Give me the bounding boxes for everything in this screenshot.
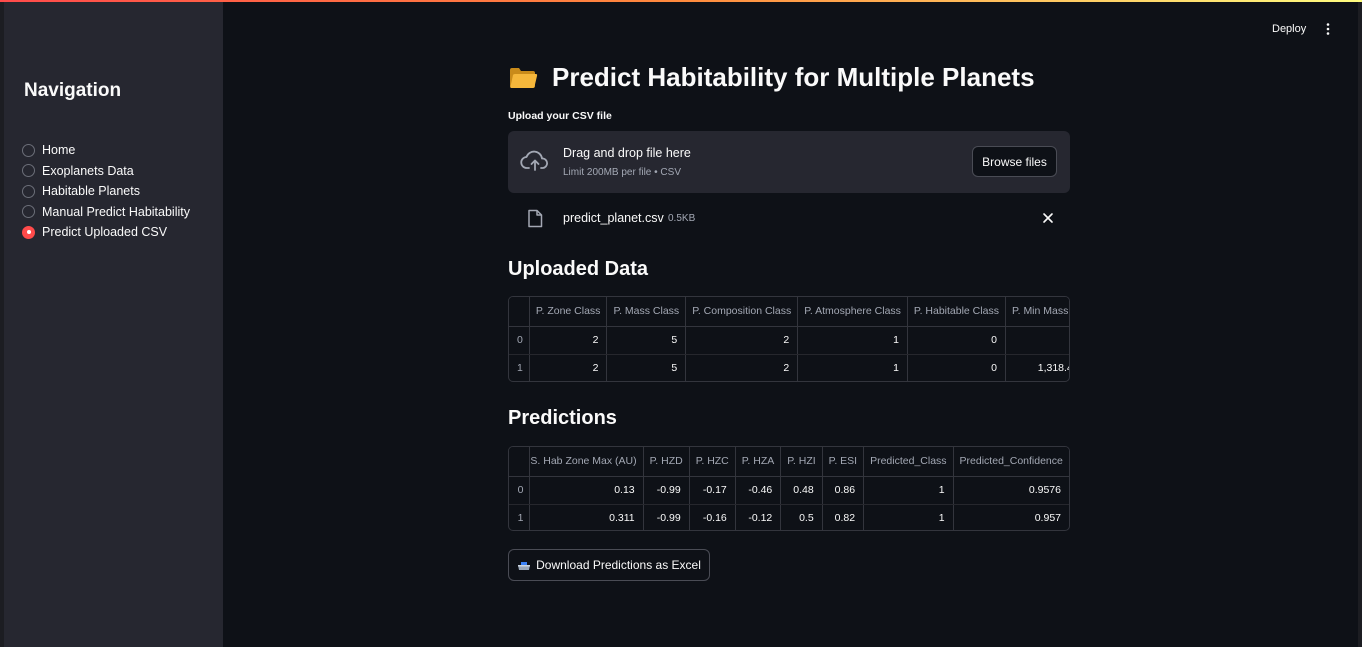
uploaded-data-heading: Uploaded Data xyxy=(508,258,649,280)
column-header[interactable]: P. HZC xyxy=(689,447,736,477)
table-cell[interactable]: 0.13 xyxy=(529,476,644,505)
predictions-table[interactable]: S. Hab Zone Max (AU) P. HZD P. HZC P. HZ… xyxy=(508,446,1070,531)
page-title: Predict Habitability for Multiple Planet… xyxy=(552,62,1035,92)
table-cell[interactable]: 5 xyxy=(606,354,687,381)
column-header[interactable] xyxy=(509,297,530,327)
nav-item-label: Predict Uploaded CSV xyxy=(42,225,168,240)
radio-icon[interactable] xyxy=(22,205,35,219)
uploaded-file-row: predict_planet.csv 0.5KB xyxy=(508,205,1070,233)
column-header[interactable]: P. Mass Class xyxy=(606,297,687,327)
nav-item-label: Manual Predict Habitability xyxy=(42,204,190,219)
table-cell[interactable]: 0.86 xyxy=(822,476,865,505)
tray-icon xyxy=(517,560,531,570)
table-cell[interactable]: 1,318.4 xyxy=(1005,354,1069,381)
dropzone-subtitle: Limit 200MB per file • CSV xyxy=(563,167,681,178)
row-index: 1 xyxy=(509,504,531,530)
column-header[interactable]: P. HZA xyxy=(735,447,782,477)
table-cell[interactable]: -0.12 xyxy=(735,504,782,530)
column-header[interactable]: P. Zone Class xyxy=(529,297,608,327)
table-cell[interactable]: 1 xyxy=(863,476,954,505)
nav-item-predict-uploaded-csv[interactable]: Predict Uploaded CSV xyxy=(22,222,190,243)
table-header-row: S. Hab Zone Max (AU) P. HZD P. HZC P. HZ… xyxy=(509,447,1069,477)
close-icon[interactable] xyxy=(1041,211,1055,225)
dropzone-title: Drag and drop file here xyxy=(563,146,691,160)
radio-icon[interactable] xyxy=(22,164,35,178)
window-right-edge xyxy=(1358,0,1362,647)
cloud-upload-icon xyxy=(520,149,550,178)
row-index: 1 xyxy=(509,354,530,381)
nav-item-label: Home xyxy=(42,143,76,158)
table-cell[interactable]: 2 xyxy=(529,354,608,381)
nav-item-manual-predict[interactable]: Manual Predict Habitability xyxy=(22,202,190,223)
predictions-grid: S. Hab Zone Max (AU) P. HZD P. HZC P. HZ… xyxy=(509,447,1069,530)
folder-icon xyxy=(508,66,538,90)
table-cell[interactable]: 0.82 xyxy=(822,504,865,530)
column-header[interactable]: P. Habitable Class xyxy=(907,297,1006,327)
nav-item-label: Exoplanets Data xyxy=(42,163,134,178)
nav-item-habitable-planets[interactable]: Habitable Planets xyxy=(22,181,190,202)
table-cell[interactable]: 2 xyxy=(685,326,799,355)
table-cell[interactable]: 0.9576 xyxy=(953,476,1069,505)
row-index: 0 xyxy=(509,326,530,355)
table-cell[interactable] xyxy=(1005,326,1069,355)
table-cell[interactable]: -0.99 xyxy=(643,476,690,505)
table-cell[interactable]: 0.48 xyxy=(780,476,823,505)
top-decoration-bar xyxy=(0,0,1362,2)
nav-item-home[interactable]: Home xyxy=(22,140,190,161)
column-header[interactable]: S. Hab Zone Max (AU) xyxy=(529,447,644,477)
table-cell[interactable]: 0.311 xyxy=(529,504,644,530)
row-index: 0 xyxy=(509,476,531,505)
table-cell[interactable]: 1 xyxy=(797,354,908,381)
radio-icon[interactable] xyxy=(22,184,35,198)
file-icon xyxy=(527,209,543,233)
table-header-row: P. Zone Class P. Mass Class P. Compositi… xyxy=(509,297,1069,327)
nav-radio-group: Home Exoplanets Data Habitable Planets M… xyxy=(22,140,190,243)
table-cell[interactable]: -0.99 xyxy=(643,504,690,530)
nav-item-label: Habitable Planets xyxy=(42,184,140,199)
kebab-menu-icon[interactable] xyxy=(1318,18,1338,40)
table-cell[interactable]: -0.46 xyxy=(735,476,782,505)
column-header[interactable]: P. HZD xyxy=(643,447,690,477)
table-cell[interactable]: 1 xyxy=(797,326,908,355)
table-cell[interactable]: 2 xyxy=(529,326,608,355)
download-label: Download Predictions as Excel xyxy=(536,558,701,572)
column-header[interactable] xyxy=(509,447,531,477)
column-header[interactable]: Predicted_Confidence xyxy=(953,447,1069,477)
file-size: 0.5KB xyxy=(668,213,696,224)
table-cell[interactable]: -0.16 xyxy=(689,504,736,530)
nav-item-exoplanets-data[interactable]: Exoplanets Data xyxy=(22,161,190,182)
table-row[interactable]: 1 0.311 -0.99 -0.16 -0.12 0.5 0.82 1 0.9… xyxy=(509,504,1069,530)
file-dropzone[interactable]: Drag and drop file here Limit 200MB per … xyxy=(508,131,1070,193)
column-header[interactable]: P. Composition Class xyxy=(685,297,799,327)
table-cell[interactable]: 2 xyxy=(685,354,799,381)
deploy-button[interactable]: Deploy xyxy=(1264,18,1314,40)
upload-label: Upload your CSV file xyxy=(508,110,612,122)
table-row[interactable]: 0 2 5 2 1 0 xyxy=(509,326,1069,355)
radio-selected-icon[interactable] xyxy=(22,225,35,239)
file-name: predict_planet.csv xyxy=(563,211,664,225)
table-cell[interactable]: 1 xyxy=(863,504,954,530)
column-header[interactable]: P. Atmosphere Class xyxy=(797,297,908,327)
table-cell[interactable]: 0.5 xyxy=(780,504,823,530)
column-header[interactable]: P. Min Mass ( xyxy=(1005,297,1069,327)
column-header[interactable]: P. ESI xyxy=(822,447,865,477)
table-cell[interactable]: -0.17 xyxy=(689,476,736,505)
browse-files-button[interactable]: Browse files xyxy=(972,146,1057,177)
page-title-row: Predict Habitability for Multiple Planet… xyxy=(508,62,1035,93)
column-header[interactable]: Predicted_Class xyxy=(863,447,954,477)
radio-icon[interactable] xyxy=(22,143,35,157)
sidebar: Navigation Home Exoplanets Data Habitabl… xyxy=(4,0,223,647)
column-header[interactable]: P. HZI xyxy=(780,447,823,477)
table-cell[interactable]: 0 xyxy=(907,354,1006,381)
uploaded-data-table[interactable]: P. Zone Class P. Mass Class P. Compositi… xyxy=(508,296,1070,382)
download-predictions-button[interactable]: Download Predictions as Excel xyxy=(508,549,710,581)
table-row[interactable]: 1 2 5 2 1 0 1,318.4 xyxy=(509,354,1069,381)
table-row[interactable]: 0 0.13 -0.99 -0.17 -0.46 0.48 0.86 1 0.9… xyxy=(509,476,1069,505)
table-cell[interactable]: 0 xyxy=(907,326,1006,355)
uploaded-data-grid: P. Zone Class P. Mass Class P. Compositi… xyxy=(509,297,1069,381)
predictions-heading: Predictions xyxy=(508,407,617,429)
sidebar-title: Navigation xyxy=(24,80,122,101)
table-cell[interactable]: 5 xyxy=(606,326,687,355)
table-cell[interactable]: 0.957 xyxy=(953,504,1069,530)
